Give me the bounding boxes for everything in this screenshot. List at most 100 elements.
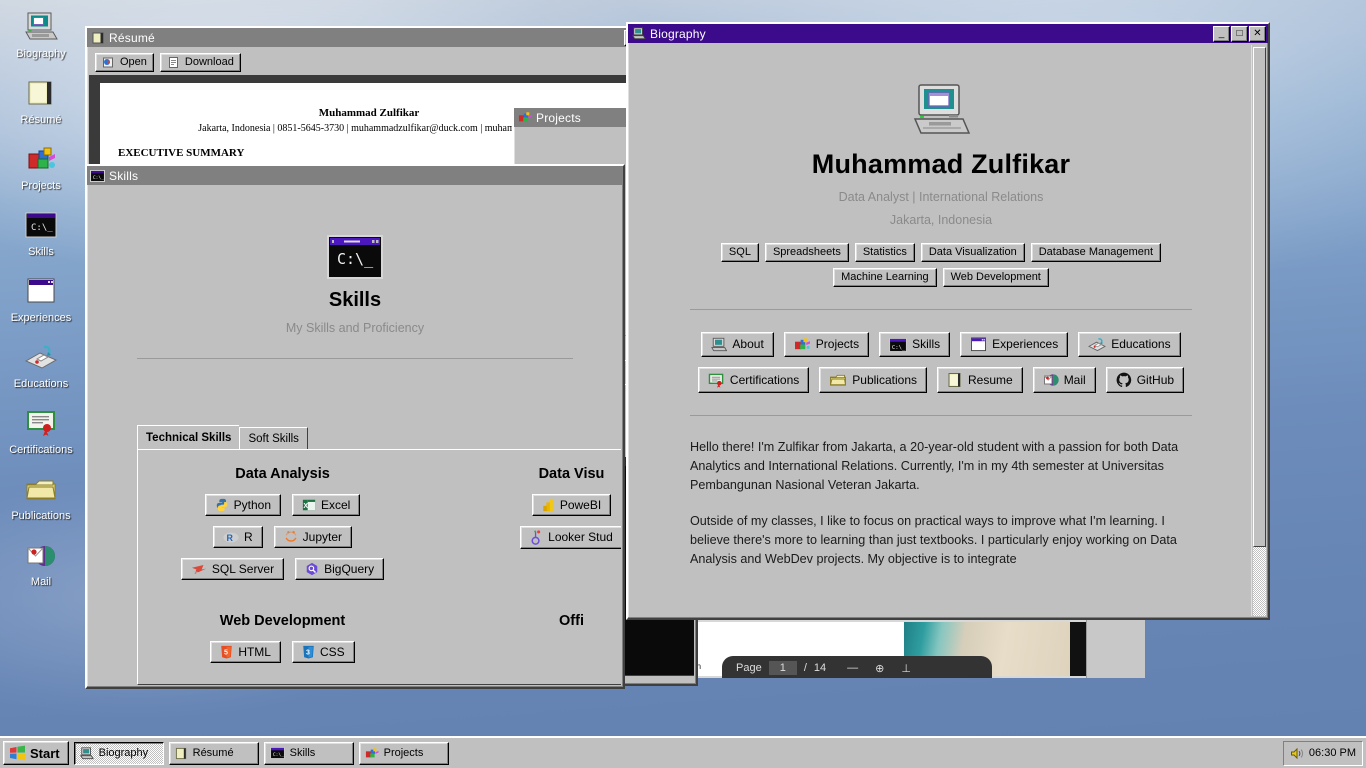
desktop-icon-biography[interactable]: Biography xyxy=(0,8,82,61)
skills-row: Python X Excel xyxy=(138,494,427,516)
desktop-icon-label: Certifications xyxy=(9,444,73,456)
skills-client-area: C:\_ Skills My Skills and Proficiency Te… xyxy=(89,187,621,685)
tag-data-visualization[interactable]: Data Visualization xyxy=(920,243,1025,262)
skills-category-office: Offi Offi xyxy=(427,609,621,673)
nav-button-publications[interactable]: Publications xyxy=(819,367,927,393)
pdf-page-input[interactable]: 1 xyxy=(768,661,797,675)
skill-button-jupyter[interactable]: Jupyter xyxy=(273,526,353,548)
desktop-icon-educations[interactable]: Educations xyxy=(0,338,82,391)
biography-scrollbar[interactable] xyxy=(1251,45,1266,616)
tag-sql[interactable]: SQL xyxy=(720,243,759,262)
skill-label: Jupyter xyxy=(302,529,343,544)
download-button[interactable]: Download xyxy=(159,52,241,72)
console-icon: C:\_ xyxy=(90,168,105,183)
zoom-reset-icon[interactable]: ⊕ xyxy=(875,662,884,675)
svg-text:C:\_: C:\_ xyxy=(337,250,374,268)
desktop-icon-certifications[interactable]: Certifications xyxy=(0,404,82,457)
tag-database-management[interactable]: Database Management xyxy=(1030,243,1162,262)
skills-row: Offi xyxy=(427,641,621,663)
taskbar-button-label: Résumé xyxy=(192,747,234,759)
scrollbar-thumb[interactable] xyxy=(1253,47,1266,547)
desktop-icon-label: Publications xyxy=(11,510,71,522)
clock[interactable]: 06:30 PM xyxy=(1309,747,1356,759)
excel-icon: X xyxy=(302,498,316,512)
desktop-icon-label: Biography xyxy=(16,48,66,60)
pdf-page-total: 14 xyxy=(813,662,827,674)
pdf-toolbar[interactable]: Page 1 / 14 — ⊕ ⊥ xyxy=(722,656,992,678)
volume-icon[interactable] xyxy=(1290,747,1304,760)
skills-titlebar[interactable]: C:\_ Skills xyxy=(87,166,623,185)
tag-spreadsheets[interactable]: Spreadsheets xyxy=(764,243,849,262)
mail-icon xyxy=(0,536,82,574)
taskbar-button-projects[interactable]: Projects xyxy=(358,741,449,765)
skills-category-data-analysis: Data Analysis Python X Excel R R Jupyter… xyxy=(138,462,427,591)
tag-machine-learning[interactable]: Machine Learning xyxy=(833,268,937,287)
nav-button-skills[interactable]: C:\_ Skills xyxy=(879,332,951,357)
open-icon xyxy=(102,56,115,69)
skills-window[interactable]: C:\_ Skills C:\_ Skills My Skills and Pr… xyxy=(85,164,625,689)
computer-icon xyxy=(910,83,972,141)
biography-client-area: Muhammad Zulfikar Data Analyst | Interna… xyxy=(630,45,1266,616)
close-icon[interactable]: ✕ xyxy=(1249,25,1266,42)
skill-label: HTML xyxy=(238,644,271,659)
nav-label: Certifications xyxy=(729,372,800,387)
taskbar-button-resume[interactable]: Résumé xyxy=(168,741,259,765)
desktop-icon-publications[interactable]: Publications xyxy=(0,470,82,523)
biography-paragraph-1: Hello there! I'm Zulfikar from Jakarta, … xyxy=(690,440,1179,492)
zoom-in-icon[interactable]: ⊥ xyxy=(901,662,911,675)
skills-category-label: Web Development xyxy=(219,613,346,629)
desktop-icon-experiences[interactable]: Experiences xyxy=(0,272,82,325)
desktop-icon-label: Projects xyxy=(21,180,61,192)
desktop-icon-skills[interactable]: C:\_ Skills xyxy=(0,206,82,259)
minimize-icon[interactable]: _ xyxy=(1213,25,1230,42)
tag-statistics[interactable]: Statistics xyxy=(854,243,915,262)
desktop-icon-mail[interactable]: Mail xyxy=(0,536,82,589)
biography-paragraph-2: Outside of my classes, I like to focus o… xyxy=(690,514,1177,566)
nav-button-about[interactable]: About xyxy=(701,332,774,357)
biography-window-controls[interactable]: _ □ ✕ xyxy=(1213,25,1266,42)
nav-button-educations[interactable]: Educations xyxy=(1078,332,1181,357)
pdf-viewer[interactable]: Q quantum Page 1 / 14 — ⊕ ⊥ xyxy=(626,620,1145,678)
open-button[interactable]: Open xyxy=(95,52,154,72)
desktop-icon-resume[interactable]: Résumé xyxy=(0,74,82,127)
maximize-icon[interactable]: □ xyxy=(1231,25,1248,42)
tag-web-development[interactable]: Web Development xyxy=(942,268,1049,287)
nav-button-resume[interactable]: Resume xyxy=(937,367,1023,393)
taskbar-button-skills[interactable]: C:\_ Skills xyxy=(263,741,354,765)
skill-button-excel[interactable]: X Excel xyxy=(292,494,361,516)
taskbar-button-biography[interactable]: Biography xyxy=(73,741,164,765)
tab-soft-skills[interactable]: Soft Skills xyxy=(239,427,308,450)
mail-icon xyxy=(1043,372,1059,388)
certificate-icon xyxy=(708,373,725,388)
skill-button-html[interactable]: 5 HTML xyxy=(210,641,281,663)
skill-button-r[interactable]: R R xyxy=(212,526,263,548)
nav-label: Projects xyxy=(815,337,860,351)
skills-row: R R Jupyter xyxy=(138,526,427,548)
skills-category-label: Data Analysis xyxy=(235,466,330,482)
skill-button-css[interactable]: 3 CSS xyxy=(291,641,355,663)
biography-titlebar[interactable]: Biography _ □ ✕ xyxy=(628,24,1268,43)
resume-titlebar[interactable]: Résumé _ xyxy=(87,28,643,47)
note-icon xyxy=(90,30,105,45)
skill-button-looker-studio[interactable]: Looker Stud xyxy=(520,526,621,549)
tab-technical-skills[interactable]: Technical Skills xyxy=(137,425,240,450)
nav-button-mail[interactable]: Mail xyxy=(1032,367,1096,393)
nav-button-experiences[interactable]: Experiences xyxy=(960,332,1069,357)
skill-button-powerbi[interactable]: PoweBI xyxy=(531,494,612,516)
nav-button-projects[interactable]: Projects xyxy=(783,332,870,357)
desktop-icon-projects[interactable]: Projects xyxy=(0,140,82,193)
zoom-out-icon[interactable]: — xyxy=(847,662,858,674)
svg-text:X: X xyxy=(303,503,308,510)
blocks-icon xyxy=(365,747,379,760)
skill-button-bigquery[interactable]: BigQuery xyxy=(295,558,385,580)
powerbi-icon xyxy=(542,498,555,512)
nav-button-certifications[interactable]: Certifications xyxy=(697,367,810,393)
start-button[interactable]: Start xyxy=(3,741,69,765)
nav-button-github[interactable]: GitHub xyxy=(1105,367,1185,393)
biography-window[interactable]: Biography _ □ ✕ Muhammad Zulfikar Data A… xyxy=(626,22,1270,620)
scrollbar-trough[interactable] xyxy=(1253,547,1266,616)
biography-nav-row-2: Certifications Publications Resume Mail … xyxy=(690,367,1192,393)
skill-button-sql-server[interactable]: SQL Server xyxy=(180,558,285,580)
skill-button-python[interactable]: Python xyxy=(204,494,281,516)
document-icon xyxy=(167,56,180,69)
